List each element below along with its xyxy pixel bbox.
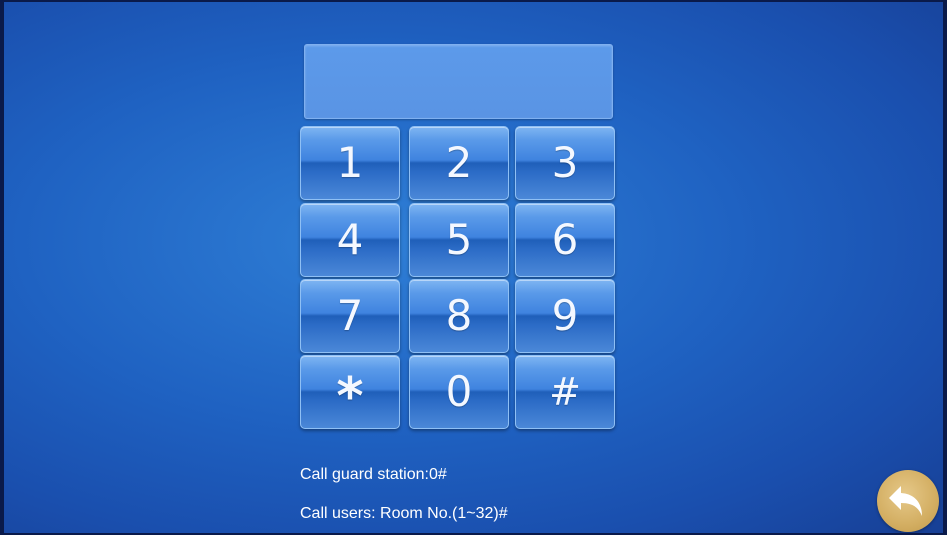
key-9[interactable]: 9 <box>515 279 615 353</box>
key-5[interactable]: 5 <box>409 203 509 277</box>
key-1[interactable]: 1 <box>300 126 400 200</box>
key-3[interactable]: 3 <box>515 126 615 200</box>
key-0[interactable]: 0 <box>409 355 509 429</box>
call-users-hint: Call users: Room No.(1~32)# <box>300 505 508 522</box>
intercom-screen: 1 2 3 4 5 6 7 8 9 * 0 # Call guard stati… <box>4 2 943 533</box>
key-hash[interactable]: # <box>515 355 615 429</box>
key-star[interactable]: * <box>300 355 400 429</box>
guard-station-hint: Call guard station:0# <box>300 466 447 483</box>
key-7[interactable]: 7 <box>300 279 400 353</box>
key-8[interactable]: 8 <box>409 279 509 353</box>
back-button[interactable] <box>877 470 939 532</box>
key-6[interactable]: 6 <box>515 203 615 277</box>
back-arrow-icon <box>889 486 922 516</box>
dial-display <box>304 44 613 119</box>
key-2[interactable]: 2 <box>409 126 509 200</box>
dial-keypad: 1 2 3 4 5 6 7 8 9 * 0 # <box>300 126 615 429</box>
key-4[interactable]: 4 <box>300 203 400 277</box>
